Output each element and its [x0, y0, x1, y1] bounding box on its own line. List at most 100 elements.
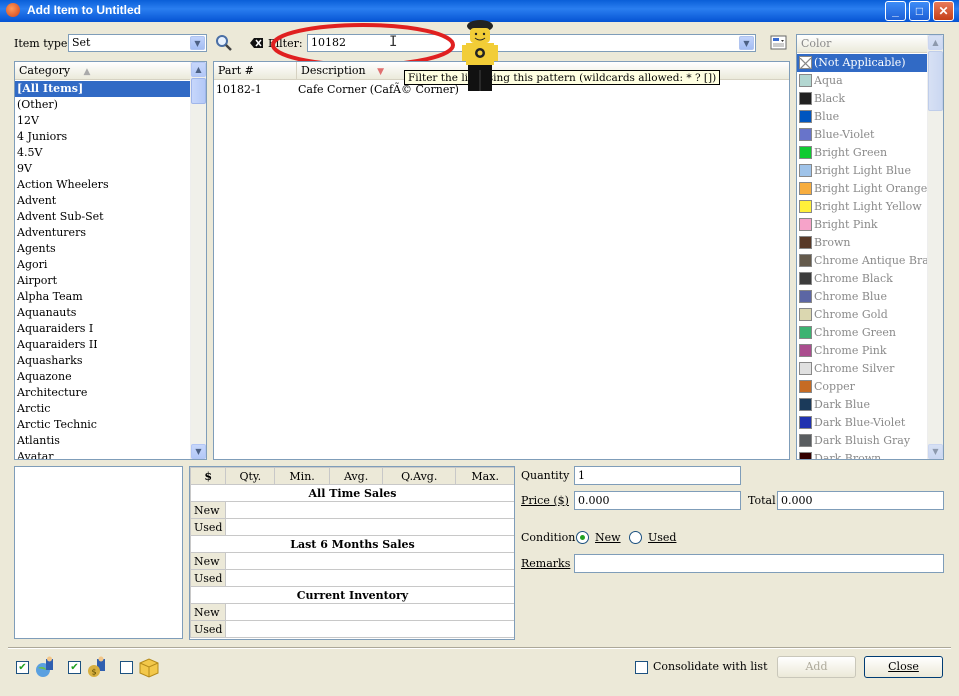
color-item[interactable]: Blue-Violet — [797, 126, 928, 144]
list-item[interactable]: 4.5V — [15, 145, 191, 161]
search-icon[interactable] — [215, 34, 233, 52]
option-checkbox-2[interactable]: ✔ — [68, 661, 81, 674]
price-input[interactable] — [574, 491, 741, 510]
part-column-header[interactable]: Part # — [214, 62, 296, 80]
color-item[interactable]: Chrome Blue — [797, 288, 928, 306]
sort-descending-icon: ▼ — [377, 67, 385, 77]
color-name: Blue-Violet — [814, 128, 875, 141]
color-name: Bright Light Orange — [814, 182, 928, 195]
option-checkbox-3[interactable] — [120, 661, 133, 674]
option-checkbox-1[interactable]: ✔ — [16, 661, 29, 674]
list-item[interactable]: Alpha Team — [15, 289, 191, 305]
color-name: Bright Light Yellow — [814, 200, 922, 213]
maximize-button[interactable]: □ — [909, 1, 930, 21]
list-item[interactable]: Adventurers — [15, 225, 191, 241]
window-title: Add Item to Untitled — [27, 3, 141, 17]
color-item[interactable]: Bright Green — [797, 144, 928, 162]
minimize-button[interactable]: _ — [885, 1, 906, 21]
list-item[interactable]: (Other) — [15, 97, 191, 113]
color-item[interactable]: Black — [797, 90, 928, 108]
color-swatch-icon — [799, 326, 812, 339]
scroll-thumb[interactable] — [191, 78, 206, 104]
color-item[interactable]: Copper — [797, 378, 928, 396]
list-item[interactable]: Advent Sub-Set — [15, 209, 191, 225]
color-item[interactable]: Chrome Silver — [797, 360, 928, 378]
color-scrollbar[interactable]: ▲ ▼ — [927, 35, 943, 459]
list-item[interactable]: Agents — [15, 241, 191, 257]
color-item[interactable]: Blue — [797, 108, 928, 126]
color-name: Dark Blue — [814, 398, 870, 411]
list-item[interactable]: Aquasharks — [15, 353, 191, 369]
list-item[interactable]: Architecture — [15, 385, 191, 401]
condition-used-label[interactable]: Used — [648, 531, 676, 544]
scroll-thumb[interactable] — [928, 51, 943, 111]
color-list[interactable]: Color (Not Applicable) Aqua Black Blue Blue-… — [796, 34, 944, 460]
currency-header[interactable]: $ — [190, 467, 227, 485]
list-item[interactable]: Avatar — [15, 449, 191, 459]
scroll-down-icon[interactable]: ▼ — [191, 444, 206, 459]
list-item[interactable]: 4 Juniors — [15, 129, 191, 145]
color-name: Chrome Antique Brass — [814, 254, 941, 267]
color-item[interactable]: (Not Applicable) — [797, 54, 928, 72]
list-item[interactable]: [All Items] — [15, 81, 191, 97]
consolidate-checkbox[interactable] — [635, 661, 648, 674]
list-item[interactable]: Action Wheelers — [15, 177, 191, 193]
list-item[interactable]: 12V — [15, 113, 191, 129]
list-item[interactable]: Arctic Technic — [15, 417, 191, 433]
scroll-up-icon[interactable]: ▲ — [191, 62, 206, 77]
list-item[interactable]: Aquazone — [15, 369, 191, 385]
color-item[interactable]: Chrome Pink — [797, 342, 928, 360]
remarks-input[interactable] — [574, 554, 944, 573]
color-name: Dark Blue-Violet — [814, 416, 906, 429]
color-item[interactable]: Dark Blue-Violet — [797, 414, 928, 432]
list-item[interactable]: Aquanauts — [15, 305, 191, 321]
item-type-select[interactable]: Set ▼ — [68, 34, 207, 52]
list-item[interactable]: Atlantis — [15, 433, 191, 449]
list-item[interactable]: Aquaraiders II — [15, 337, 191, 353]
category-list[interactable]: Category ▲ [All Items] (Other) 12V 4 Junior… — [14, 61, 207, 460]
color-swatch-icon — [799, 146, 812, 159]
color-item[interactable]: Brown — [797, 234, 928, 252]
color-swatch-icon — [799, 110, 812, 123]
section-title: Current Inventory — [190, 586, 514, 604]
color-item[interactable]: Chrome Black — [797, 270, 928, 288]
condition-used-radio[interactable] — [629, 531, 642, 544]
color-item[interactable]: Aqua — [797, 72, 928, 90]
close-window-button[interactable]: ✕ — [933, 1, 954, 21]
quantity-input[interactable] — [574, 466, 741, 485]
list-item[interactable]: Agori — [15, 257, 191, 273]
category-header[interactable]: Category ▲ — [15, 62, 191, 80]
color-item[interactable]: Chrome Gold — [797, 306, 928, 324]
category-scrollbar[interactable]: ▲ ▼ — [190, 62, 206, 459]
color-item[interactable]: Bright Light Orange — [797, 180, 928, 198]
list-item[interactable]: Advent — [15, 193, 191, 209]
color-item[interactable]: Chrome Antique Brass — [797, 252, 940, 270]
total-label: Total — [748, 494, 776, 507]
part-number: 10182-1 — [216, 83, 262, 96]
view-options-icon[interactable] — [770, 35, 788, 51]
scroll-up-icon[interactable]: ▲ — [928, 35, 943, 50]
condition-new-label[interactable]: New — [595, 531, 621, 544]
scroll-down-icon[interactable]: ▼ — [928, 444, 943, 459]
color-item[interactable]: Bright Pink — [797, 216, 928, 234]
list-item[interactable]: 9V — [15, 161, 191, 177]
clear-filter-icon[interactable] — [250, 37, 264, 49]
color-item[interactable]: Dark Brown — [797, 450, 928, 459]
color-header[interactable]: Color — [797, 35, 928, 53]
color-name: Bright Pink — [814, 218, 878, 231]
add-button[interactable]: Add — [777, 656, 856, 678]
condition-new-radio[interactable] — [576, 531, 589, 544]
list-item[interactable]: Aquaraiders I — [15, 321, 191, 337]
close-button[interactable]: Close — [864, 656, 943, 678]
color-item[interactable]: Dark Blue — [797, 396, 928, 414]
list-item[interactable]: Arctic — [15, 401, 191, 417]
color-item[interactable]: Dark Bluish Gray — [797, 432, 928, 450]
consolidate-label[interactable]: Consolidate with list — [653, 660, 768, 673]
color-swatch-icon — [799, 92, 812, 105]
items-list[interactable]: Part # Description ▼ 10182-1 Cafe Corner… — [213, 61, 790, 460]
list-item[interactable]: Airport — [15, 273, 191, 289]
color-swatch-icon — [799, 344, 812, 357]
color-item[interactable]: Bright Light Yellow — [797, 198, 928, 216]
color-item[interactable]: Chrome Green — [797, 324, 928, 342]
color-item[interactable]: Bright Light Blue — [797, 162, 928, 180]
